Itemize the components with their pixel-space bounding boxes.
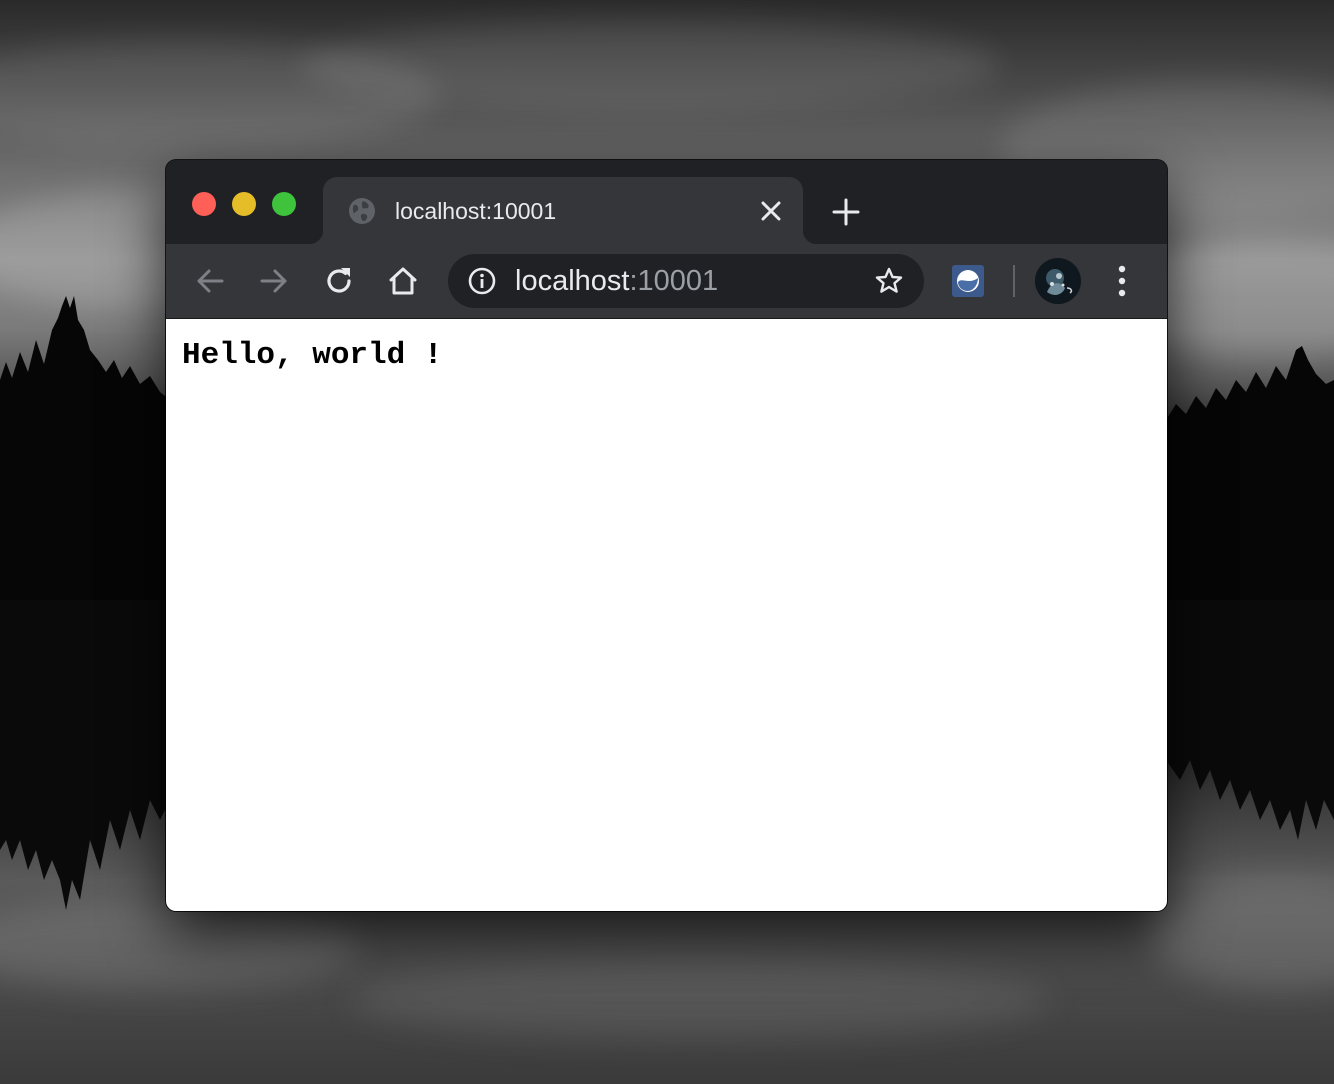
reload-icon[interactable] (323, 265, 355, 297)
star-icon[interactable] (874, 266, 904, 296)
avatar[interactable] (1035, 258, 1081, 304)
page-viewport: Hello, world ! (166, 318, 1167, 911)
window-close-button[interactable] (192, 192, 216, 216)
address-bar[interactable]: localhost:10001 (448, 254, 924, 308)
tab-title: localhost:10001 (395, 198, 557, 224)
more-vert-icon[interactable] (1108, 263, 1136, 299)
tab-strip: localhost:10001 (166, 160, 1167, 244)
toolbar-divider (1013, 265, 1015, 297)
url-host: localhost (515, 265, 630, 297)
page-content-text: Hello, world ! (182, 338, 443, 373)
window-minimize-button[interactable] (232, 192, 256, 216)
arrow-right-icon[interactable] (258, 265, 290, 297)
globe-icon (348, 197, 376, 225)
toolbar: localhost:10001 (166, 244, 1167, 318)
close-icon[interactable] (759, 199, 783, 223)
arrow-left-icon[interactable] (194, 265, 226, 297)
url-port: :10001 (629, 265, 719, 297)
plus-icon[interactable] (831, 197, 861, 227)
window-maximize-button[interactable] (272, 192, 296, 216)
tab-active[interactable]: localhost:10001 (309, 177, 817, 244)
browser-window: localhost:10001 localhost:10001 Hello, w… (166, 160, 1167, 911)
info-icon[interactable] (468, 267, 496, 295)
extension-icon[interactable] (952, 265, 984, 297)
home-icon[interactable] (387, 265, 419, 297)
url-text[interactable]: localhost:10001 (515, 264, 718, 298)
